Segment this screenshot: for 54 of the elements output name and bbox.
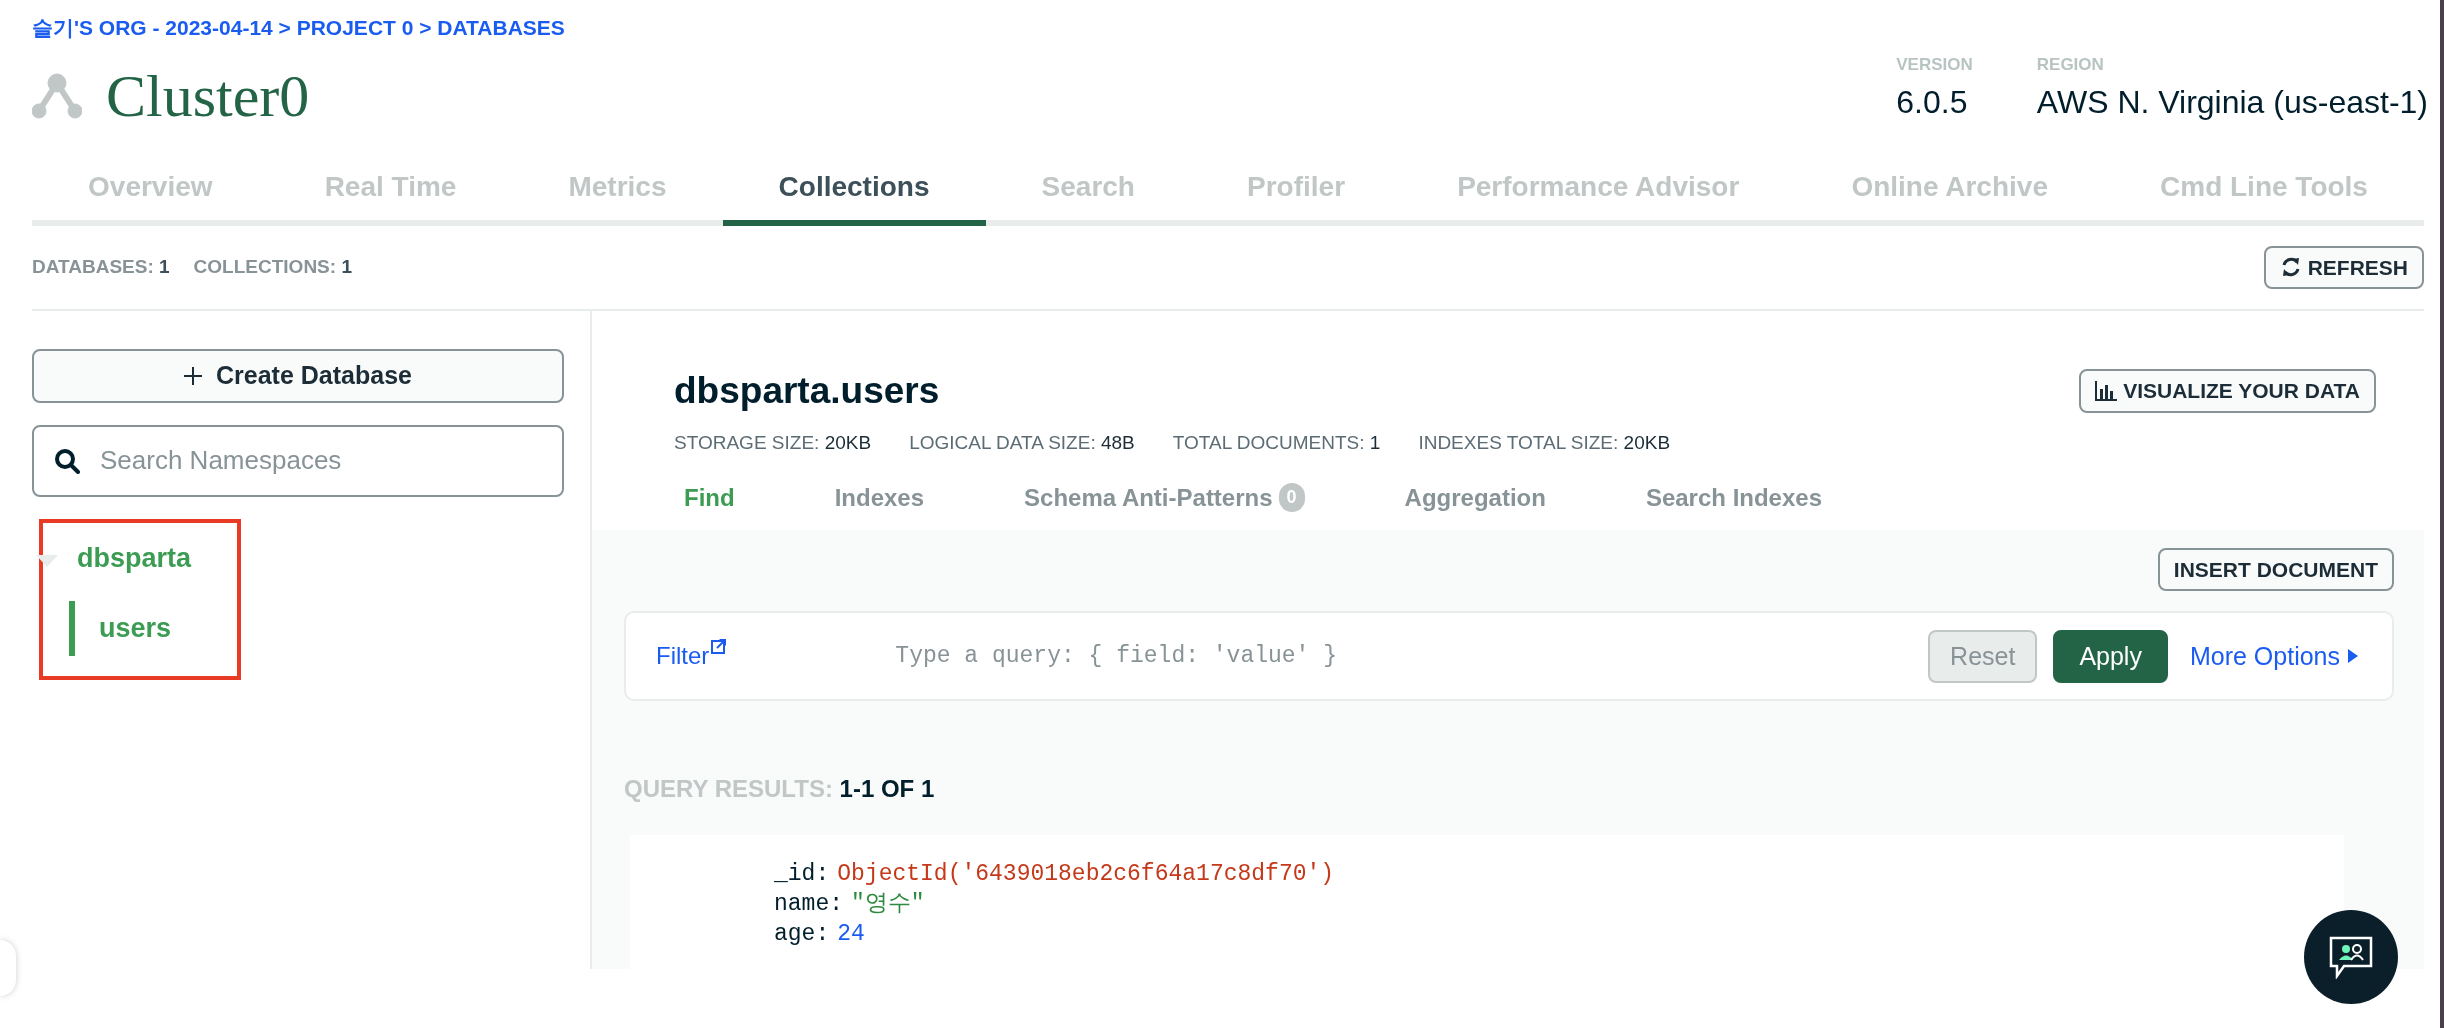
nav-tab[interactable]: Profiler bbox=[1191, 165, 1402, 226]
field-value: ObjectId('6439018eb2c6f64a17c8df70') bbox=[837, 860, 1335, 890]
section-tab[interactable]: Indexes bbox=[834, 479, 925, 516]
nav-tab[interactable]: Metrics bbox=[512, 165, 723, 226]
collection-item[interactable]: users bbox=[99, 607, 172, 649]
info-label: REGION bbox=[2036, 54, 2105, 76]
stat-text: LOGICAL DATA SIZE: 48B bbox=[909, 431, 1135, 456]
breadcrumb-link[interactable]: 슬기'S ORG - 2023-04-14 > PROJECT 0 > DATABASES bbox=[32, 0, 2424, 44]
info-value: AWS N. Virginia (us-east-1) bbox=[2036, 82, 2428, 122]
stat-text: INDEXES TOTAL SIZE: 20KB bbox=[1418, 431, 1671, 456]
filter-link[interactable]: Filter bbox=[656, 638, 728, 675]
section-tab[interactable]: Aggregation bbox=[1404, 479, 1546, 516]
nav-tab[interactable]: Performance Advisor bbox=[1401, 165, 1796, 226]
bar-chart-icon bbox=[2095, 381, 2118, 402]
section-tab[interactable]: Schema Anti-Patterns 0 bbox=[1024, 479, 1305, 516]
nav-tab[interactable]: Real Time bbox=[268, 165, 513, 226]
plus-icon bbox=[184, 367, 203, 385]
reset-button[interactable]: Reset bbox=[1928, 629, 2038, 684]
create-database-button[interactable]: Create Database bbox=[32, 349, 564, 403]
field-key: name: bbox=[774, 889, 843, 920]
cluster-title: Cluster0 bbox=[106, 65, 310, 126]
database-item[interactable]: dbsparta bbox=[77, 538, 192, 579]
more-options-link[interactable]: More Options bbox=[2183, 636, 2364, 677]
field-value: 24 bbox=[837, 920, 865, 950]
stat-text: STORAGE SIZE: 20KB bbox=[674, 431, 872, 456]
search-field[interactable]: Search Namespaces bbox=[32, 424, 564, 497]
apply-button[interactable]: Apply bbox=[2053, 629, 2168, 684]
nav-tab[interactable]: Online Archive bbox=[1795, 165, 2104, 226]
cluster-icon bbox=[32, 72, 82, 119]
count-label: COLLECTIONS: 1 bbox=[193, 255, 352, 279]
field-key: age: bbox=[774, 919, 830, 950]
refresh-button[interactable]: REFRESH bbox=[2263, 245, 2424, 289]
external-link-icon bbox=[711, 638, 728, 655]
nav-tab[interactable]: Search bbox=[985, 165, 1191, 226]
insert-document-button[interactable]: INSERT DOCUMENT bbox=[2157, 547, 2394, 592]
nav-tab[interactable]: Cmd Line Tools bbox=[2104, 165, 2424, 226]
visualize-data-button[interactable]: VISUALIZE YOUR DATA bbox=[2079, 369, 2376, 413]
section-tab[interactable]: Find bbox=[684, 479, 735, 516]
section-tab[interactable]: Search Indexes bbox=[1645, 479, 1822, 516]
info-label: VERSION bbox=[1896, 54, 1973, 76]
results-label: QUERY RESULTS: 1-1 OF 1 bbox=[624, 774, 936, 805]
query-input[interactable]: Type a query: { field: 'value' } bbox=[893, 638, 1913, 675]
nav-tab[interactable]: Overview bbox=[32, 165, 269, 226]
field-key: _id: bbox=[774, 859, 830, 890]
count-badge: 0 bbox=[1278, 483, 1305, 513]
chat-icon bbox=[2328, 935, 2374, 979]
field-value: "영수" bbox=[851, 890, 925, 920]
nav-tab[interactable]: Collections bbox=[722, 165, 986, 226]
collection-title: dbsparta.users bbox=[674, 369, 940, 413]
caret-icon[interactable] bbox=[36, 555, 58, 568]
info-value: 6.0.5 bbox=[1896, 82, 1969, 122]
stat-text: TOTAL DOCUMENTS: 1 bbox=[1172, 431, 1381, 456]
count-label: DATABASES: 1 bbox=[32, 255, 170, 279]
caret-right-icon bbox=[2348, 649, 2358, 664]
